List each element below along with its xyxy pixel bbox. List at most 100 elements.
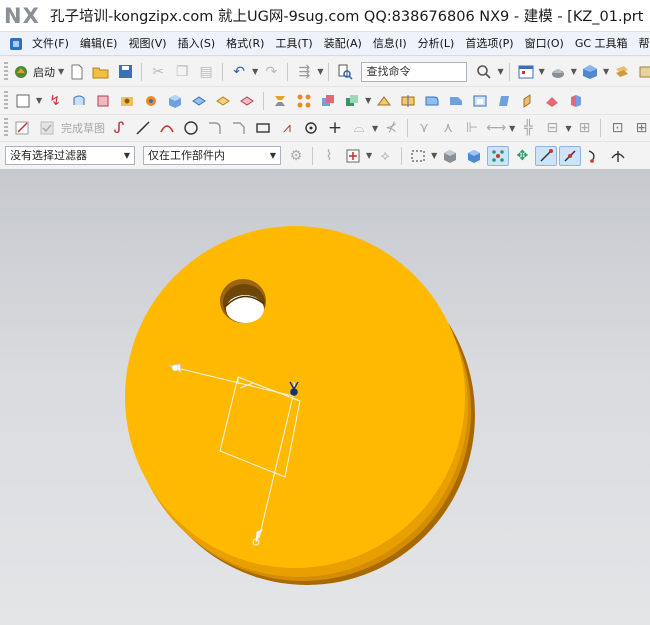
menu-gc-toolkit[interactable]: GC 工具箱: [570, 33, 634, 55]
start-dropdown-icon[interactable]: ▼: [58, 67, 64, 76]
menu-analysis[interactable]: 分析(L): [413, 33, 461, 55]
finish-sketch-button[interactable]: 完成草图: [61, 120, 105, 136]
fillet-icon[interactable]: [204, 118, 226, 138]
chamfer-icon[interactable]: [445, 91, 467, 111]
undo-dropdown-icon[interactable]: ▼: [252, 67, 258, 76]
menu-window[interactable]: 窗口(O): [520, 33, 570, 55]
make-corner-icon[interactable]: ⋏: [437, 118, 459, 138]
view-layout-dropdown-icon[interactable]: ▼: [539, 67, 545, 76]
general-selection-filter-icon[interactable]: ⚙: [285, 146, 307, 166]
sketch-box-icon[interactable]: [12, 91, 34, 111]
snap-point-icon[interactable]: [487, 145, 510, 166]
repeat-command-icon[interactable]: ⇶: [293, 62, 315, 82]
cut-icon[interactable]: ✂: [147, 62, 169, 82]
disk-top-face[interactable]: [125, 226, 465, 568]
rectangle-select-icon[interactable]: [407, 146, 429, 166]
orient-view-dropdown-icon[interactable]: ▼: [603, 67, 609, 76]
arc-icon[interactable]: [156, 118, 178, 138]
menu-view[interactable]: 视图(V): [123, 33, 172, 55]
through-hole[interactable]: [220, 279, 266, 323]
snap-filter-icon[interactable]: ⌇: [318, 146, 340, 166]
datum-icon[interactable]: ↯: [44, 91, 66, 111]
quick-trim-icon[interactable]: ⊀: [380, 118, 402, 138]
sketch-dropdown-icon[interactable]: ▼: [36, 96, 42, 105]
selection-scope-select[interactable]: 仅在工作部件内 ▼: [143, 146, 281, 165]
hole-feature-icon[interactable]: [116, 91, 138, 111]
mirror-feature-icon[interactable]: [565, 91, 587, 111]
snap-settings-icon[interactable]: ✥: [511, 146, 533, 166]
quick-extend-icon[interactable]: ⋎: [413, 118, 435, 138]
command-search-input[interactable]: 查找命令: [361, 61, 468, 82]
constraints-dropdown-icon[interactable]: ▼: [565, 124, 571, 133]
menu-file[interactable]: 文件(F): [27, 33, 75, 55]
auto-constrain-icon[interactable]: ⊞: [573, 118, 595, 138]
geometric-constraint-icon[interactable]: ╬: [517, 118, 539, 138]
nx-menu-icon[interactable]: [9, 37, 23, 51]
menu-preferences[interactable]: 首选项(P): [460, 33, 519, 55]
rectangle-select-dropdown-icon[interactable]: ▼: [431, 151, 437, 160]
offset-face-icon[interactable]: [517, 91, 539, 111]
shell-icon[interactable]: [469, 91, 491, 111]
pattern-feature-icon[interactable]: [293, 91, 315, 111]
save-icon[interactable]: [114, 62, 136, 82]
render-style-icon[interactable]: [547, 62, 569, 82]
command-finder-icon[interactable]: [334, 62, 356, 82]
layer-settings-icon[interactable]: [635, 62, 650, 82]
pad-icon[interactable]: [188, 91, 210, 111]
circle-icon[interactable]: [180, 118, 202, 138]
menu-tools[interactable]: 工具(T): [270, 33, 318, 55]
orient-view-icon[interactable]: [579, 62, 601, 82]
dimension-icon[interactable]: ⟷: [485, 118, 507, 138]
select-faces-icon[interactable]: [439, 146, 461, 166]
profile-icon[interactable]: ᔑ: [108, 118, 130, 138]
chamfer-sketch-icon[interactable]: [228, 118, 250, 138]
redo-icon[interactable]: ↷: [260, 62, 282, 82]
dimension-dropdown-icon[interactable]: ▼: [509, 124, 515, 133]
reattach-icon[interactable]: ⊞: [630, 118, 650, 138]
revolve-icon[interactable]: [92, 91, 114, 111]
menu-help[interactable]: 帮: [634, 33, 650, 55]
constraint-icon[interactable]: ⊩: [461, 118, 483, 138]
extract-geometry-icon[interactable]: [269, 91, 291, 111]
extrude-icon[interactable]: [68, 91, 90, 111]
trim-body-icon[interactable]: [373, 91, 395, 111]
menu-insert[interactable]: 插入(S): [173, 33, 222, 55]
finish-sketch-icon[interactable]: [36, 118, 58, 138]
view-layout-icon[interactable]: [515, 62, 537, 82]
start-icon[interactable]: [12, 62, 30, 82]
boolean-dropdown-icon[interactable]: ▼: [365, 96, 371, 105]
select-feature-dropdown-icon[interactable]: ▼: [366, 151, 372, 160]
control-point-snap-icon[interactable]: [583, 146, 605, 166]
sketch-preferences-icon[interactable]: ⊡: [606, 118, 628, 138]
menu-format[interactable]: 格式(R): [221, 33, 270, 55]
menu-edit[interactable]: 编辑(E): [75, 33, 124, 55]
layer-icon[interactable]: [611, 62, 633, 82]
boss-icon[interactable]: [140, 91, 162, 111]
offset-dropdown-icon[interactable]: ▼: [372, 124, 378, 133]
type-filter-select[interactable]: 没有选择过滤器 ▼: [5, 146, 135, 165]
plus-point-icon[interactable]: +: [324, 118, 346, 138]
render-style-dropdown-icon[interactable]: ▼: [571, 67, 577, 76]
toolbar-grip[interactable]: [4, 90, 8, 111]
undo-icon[interactable]: ↶: [228, 62, 250, 82]
offset-curve-icon[interactable]: ⌓: [348, 118, 370, 138]
boolean-icon[interactable]: [341, 91, 363, 111]
menu-information[interactable]: 信息(I): [368, 33, 413, 55]
graphics-window[interactable]: [0, 170, 650, 625]
toolbar-grip[interactable]: [4, 118, 8, 138]
slot-icon[interactable]: [236, 91, 258, 111]
block-icon[interactable]: [164, 91, 186, 111]
model-view[interactable]: [0, 170, 650, 625]
midpoint-snap-icon[interactable]: [559, 145, 582, 166]
polygon-icon[interactable]: ⩘: [276, 118, 298, 138]
toolbar-grip[interactable]: [4, 61, 8, 82]
unite-icon[interactable]: [317, 91, 339, 111]
thicken-icon[interactable]: [541, 91, 563, 111]
edge-blend-icon[interactable]: [421, 91, 443, 111]
paste-icon[interactable]: ▤: [195, 62, 217, 82]
point-icon[interactable]: [300, 118, 322, 138]
intersection-snap-icon[interactable]: [607, 146, 629, 166]
search-icon[interactable]: [473, 62, 495, 82]
menu-assembly[interactable]: 装配(A): [319, 33, 368, 55]
highlight-hidden-icon[interactable]: ⟡: [374, 146, 396, 166]
